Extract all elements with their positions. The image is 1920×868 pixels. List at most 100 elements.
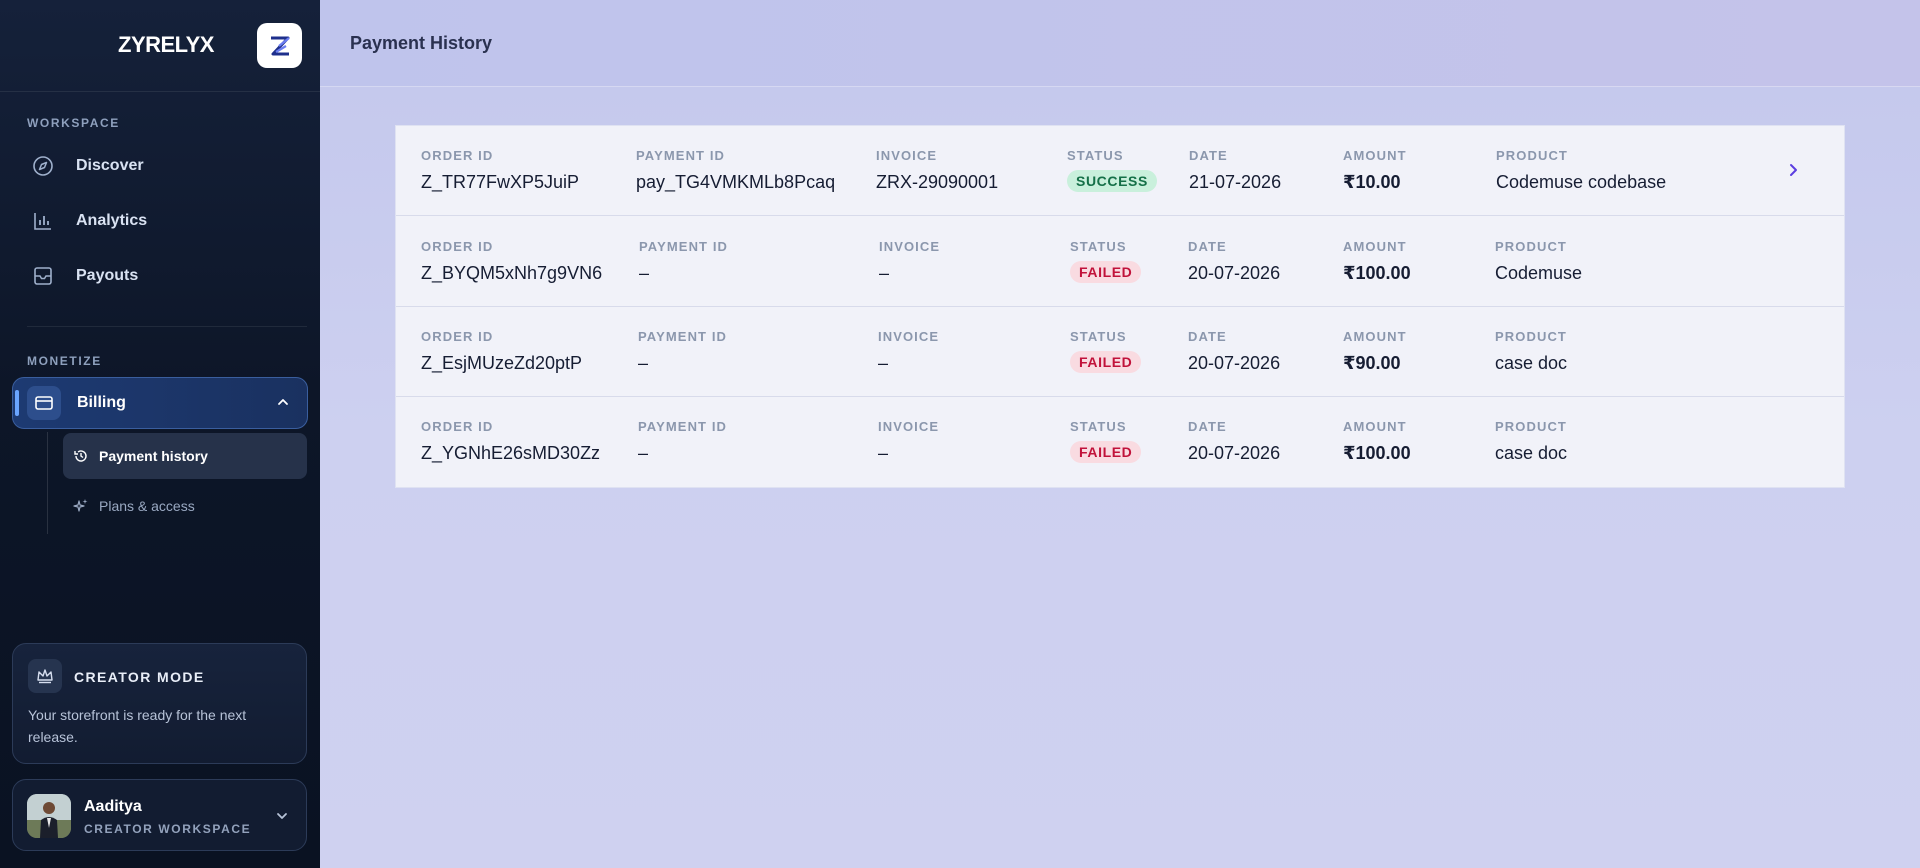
sidebar-item-label: Analytics <box>76 212 148 229</box>
chevron-up-icon[interactable] <box>275 394 291 415</box>
status-cell: STATUS FAILED <box>1070 329 1142 373</box>
brand-name: ZYRELYX <box>118 32 214 57</box>
table-row[interactable]: ORDER ID Z_TR77FwXP5JuiP PAYMENT ID pay_… <box>396 126 1844 216</box>
column-header: AMOUNT <box>1343 148 1407 163</box>
date-cell: DATE 20-07-2026 <box>1188 329 1280 374</box>
amount-value: ₹90.00 <box>1343 353 1401 373</box>
sidebar-item-label: Payouts <box>76 267 139 284</box>
status-cell: STATUS SUCCESS <box>1067 148 1157 192</box>
payment-id-cell: PAYMENT ID – <box>638 329 727 374</box>
page-title: Payment History <box>350 33 493 53</box>
product-value: case doc <box>1495 443 1568 463</box>
date-cell: DATE 20-07-2026 <box>1188 419 1280 464</box>
column-header: DATE <box>1188 239 1227 254</box>
column-header: INVOICE <box>876 148 938 163</box>
invoice-cell: INVOICE ZRX-29090001 <box>876 148 998 193</box>
column-header: PAYMENT ID <box>636 148 726 163</box>
status-badge: FAILED <box>1070 261 1142 283</box>
product-value: Codemuse <box>1495 263 1583 283</box>
column-header: ORDER ID <box>421 239 494 254</box>
order-id-value: Z_YGNhE26sMD30Zz <box>421 443 601 463</box>
creator-mode-card: CREATOR MODE Your storefront is ready fo… <box>12 643 307 764</box>
column-header: AMOUNT <box>1343 329 1407 344</box>
creator-mode-title: CREATOR MODE <box>74 669 205 685</box>
column-header: DATE <box>1189 148 1228 163</box>
top-bar: Payment History <box>320 0 1920 87</box>
sidebar-item-billing[interactable]: Billing <box>12 377 308 429</box>
invoice-value: – <box>878 353 889 373</box>
sidebar-item-discover[interactable]: Discover <box>14 144 306 188</box>
avatar <box>27 794 71 838</box>
sidebar-subitem-plans-access[interactable]: Plans & access <box>63 483 307 529</box>
payment-id-value: – <box>638 353 649 373</box>
sparkles-icon <box>73 498 89 514</box>
status-cell: STATUS FAILED <box>1070 239 1142 283</box>
crown-icon <box>28 659 62 693</box>
payment-id-cell: PAYMENT ID – <box>639 239 728 284</box>
status-cell: STATUS FAILED <box>1070 419 1142 463</box>
chevron-right-icon[interactable] <box>1784 161 1802 184</box>
brand-header: ZYRELYX <box>0 0 320 92</box>
sidebar-item-payouts[interactable]: Payouts <box>14 254 306 298</box>
column-header: INVOICE <box>878 329 940 344</box>
sidebar-subitem-payment-history[interactable]: Payment history <box>63 433 307 479</box>
amount-cell: AMOUNT ₹90.00 <box>1343 329 1407 374</box>
column-header: PRODUCT <box>1495 239 1567 254</box>
product-cell: PRODUCT case doc <box>1495 329 1567 374</box>
amount-value: ₹10.00 <box>1343 172 1401 192</box>
column-header: PRODUCT <box>1495 419 1567 434</box>
invoice-cell: INVOICE – <box>879 239 940 284</box>
brand-logo-icon[interactable] <box>257 23 302 68</box>
amount-cell: AMOUNT ₹100.00 <box>1343 419 1411 464</box>
sidebar-subitem-label: Plans & access <box>99 498 195 514</box>
profile-menu[interactable]: Aaditya CREATOR WORKSPACE <box>12 779 307 851</box>
workspace-section-label: WORKSPACE <box>27 116 120 130</box>
payment-id-cell: PAYMENT ID – <box>638 419 727 464</box>
amount-cell: AMOUNT ₹10.00 <box>1343 148 1407 193</box>
date-value: 21-07-2026 <box>1189 172 1282 192</box>
invoice-value: ZRX-29090001 <box>876 172 999 192</box>
column-header: PAYMENT ID <box>638 419 728 434</box>
column-header: INVOICE <box>878 419 940 434</box>
creator-mode-text: Your storefront is ready for the next re… <box>28 707 247 745</box>
payment-history-table: ORDER ID Z_TR77FwXP5JuiP PAYMENT ID pay_… <box>395 125 1845 488</box>
order-id-value: Z_EsjMUzeZd20ptP <box>421 353 583 373</box>
order-id-cell: ORDER ID Z_YGNhE26sMD30Zz <box>421 419 600 464</box>
sidebar-item-label: Discover <box>76 157 144 174</box>
table-row[interactable]: ORDER ID Z_BYQM5xNh7g9VN6 PAYMENT ID – I… <box>396 217 1844 307</box>
date-value: 20-07-2026 <box>1188 353 1281 373</box>
compass-icon <box>32 155 54 177</box>
invoice-value: – <box>878 443 889 463</box>
table-row[interactable]: ORDER ID Z_YGNhE26sMD30Zz PAYMENT ID – I… <box>396 397 1844 487</box>
credit-card-icon <box>27 386 61 420</box>
profile-role: CREATOR WORKSPACE <box>84 822 252 836</box>
product-value: Codemuse codebase <box>1496 172 1667 192</box>
status-badge: FAILED <box>1070 441 1142 463</box>
column-header: STATUS <box>1070 329 1127 344</box>
payment-id-value: – <box>639 263 650 283</box>
payment-id-cell: PAYMENT ID pay_TG4VMKMLb8Pcaq <box>636 148 835 193</box>
order-id-value: Z_BYQM5xNh7g9VN6 <box>421 263 603 283</box>
column-header: ORDER ID <box>421 329 494 344</box>
order-id-cell: ORDER ID Z_EsjMUzeZd20ptP <box>421 329 582 374</box>
column-header: DATE <box>1188 329 1227 344</box>
date-cell: DATE 21-07-2026 <box>1189 148 1281 193</box>
column-header: PAYMENT ID <box>639 239 729 254</box>
product-cell: PRODUCT Codemuse codebase <box>1496 148 1666 193</box>
chevron-down-icon[interactable] <box>274 808 290 829</box>
sidebar-item-label: Billing <box>77 394 126 411</box>
status-badge: SUCCESS <box>1067 170 1157 192</box>
active-indicator <box>15 390 19 416</box>
invoice-value: – <box>879 263 890 283</box>
amount-value: ₹100.00 <box>1343 443 1411 463</box>
profile-name: Aaditya <box>84 798 142 815</box>
sidebar-item-analytics[interactable]: Analytics <box>14 199 306 243</box>
date-value: 20-07-2026 <box>1188 443 1281 463</box>
column-header: STATUS <box>1070 419 1127 434</box>
sidebar: ZYRELYX WORKSPACE Discover Analytics Pay… <box>0 0 320 868</box>
table-row[interactable]: ORDER ID Z_EsjMUzeZd20ptP PAYMENT ID – I… <box>396 307 1844 397</box>
product-cell: PRODUCT Codemuse <box>1495 239 1582 284</box>
column-header: AMOUNT <box>1343 239 1407 254</box>
column-header: PRODUCT <box>1496 148 1568 163</box>
date-cell: DATE 20-07-2026 <box>1188 239 1280 284</box>
